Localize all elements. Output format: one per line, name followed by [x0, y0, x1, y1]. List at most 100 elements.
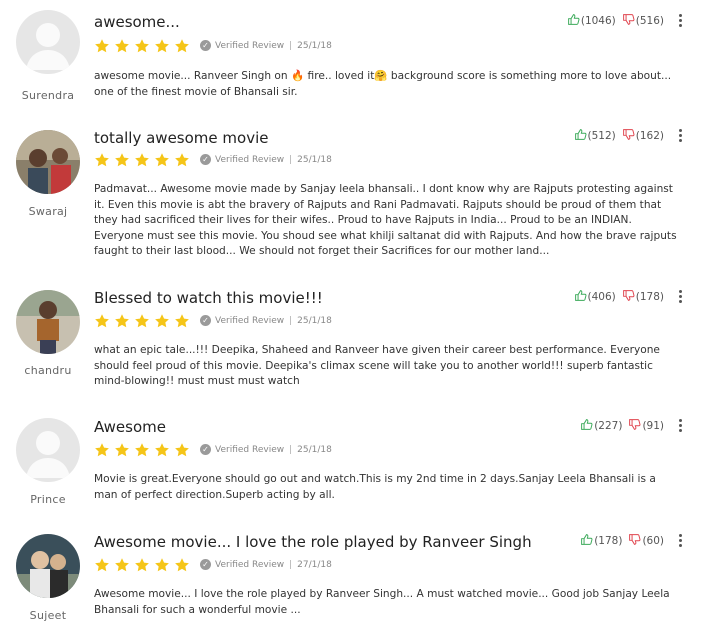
upvote-button[interactable]: (512)	[574, 128, 616, 144]
thumbs-up-icon	[580, 533, 594, 549]
thumbs-up-icon	[580, 418, 594, 434]
star-icon	[134, 313, 150, 333]
vote-group: (1046) (516)	[561, 13, 664, 29]
upvote-count: (406)	[587, 291, 616, 303]
review-date: 25/1/18	[297, 40, 332, 51]
star-icon	[94, 152, 110, 172]
vote-group: (512) (162)	[568, 128, 664, 144]
more-options-icon[interactable]	[676, 418, 684, 434]
more-options-icon[interactable]	[676, 128, 684, 144]
check-icon: ✓	[200, 315, 211, 326]
star-icon	[114, 152, 130, 172]
verified-badge: ✓ Verified Review | 25/1/18	[200, 154, 332, 165]
more-options-icon[interactable]	[676, 533, 684, 549]
avatar[interactable]	[16, 290, 80, 354]
star-icon	[134, 152, 150, 172]
more-options-icon[interactable]	[676, 13, 684, 29]
reviewer-name[interactable]: chandru	[0, 364, 96, 377]
thumbs-up-icon	[567, 13, 581, 29]
star-icon	[154, 38, 170, 58]
review-text: Movie is great.Everyone should go out an…	[94, 473, 656, 501]
avatar[interactable]	[16, 130, 80, 194]
star-icon	[154, 152, 170, 172]
thumbs-down-icon	[628, 418, 642, 434]
vote-group: (227) (91)	[574, 418, 664, 434]
review-text: awesome movie... Ranveer Singh on 🔥 fire…	[94, 70, 672, 98]
star-icon	[174, 442, 190, 462]
star-rating	[94, 313, 190, 333]
star-icon	[174, 152, 190, 172]
avatar[interactable]	[16, 10, 80, 74]
vote-group: (406) (178)	[568, 289, 664, 305]
review-date: 25/1/18	[297, 154, 332, 165]
star-icon	[174, 313, 190, 333]
star-icon	[94, 38, 110, 58]
review-title: totally awesome movie	[94, 129, 269, 147]
thumbs-up-icon	[574, 128, 588, 144]
reviewer-name[interactable]: Swaraj	[0, 205, 96, 218]
review-title: awesome...	[94, 13, 180, 31]
downvote-button[interactable]: (60)	[628, 533, 664, 549]
upvote-button[interactable]: (227)	[580, 418, 622, 434]
downvote-button[interactable]: (91)	[628, 418, 664, 434]
verified-badge: ✓ Verified Review | 25/1/18	[200, 444, 332, 455]
upvote-count: (178)	[594, 535, 623, 547]
review-text: Awesome movie... I love the role played …	[94, 588, 670, 616]
star-icon	[94, 442, 110, 462]
separator: |	[289, 315, 293, 326]
star-icon	[154, 442, 170, 462]
review-text: Padmavat... Awesome movie made by Sanjay…	[94, 183, 677, 257]
star-icon	[94, 313, 110, 333]
downvote-button[interactable]: (516)	[622, 13, 664, 29]
reviewer-name[interactable]: Prince	[0, 493, 96, 506]
verified-label: Verified Review	[215, 444, 285, 455]
thumbs-down-icon	[622, 128, 636, 144]
star-icon	[114, 442, 130, 462]
review-title: Blessed to watch this movie!!!	[94, 289, 323, 307]
downvote-count: (162)	[635, 130, 664, 142]
star-icon	[114, 313, 130, 333]
star-icon	[154, 313, 170, 333]
vote-group: (178) (60)	[574, 533, 664, 549]
verified-badge: ✓ Verified Review | 25/1/18	[200, 40, 332, 51]
review-date: 27/1/18	[297, 559, 332, 570]
separator: |	[289, 444, 293, 455]
review-date: 25/1/18	[297, 315, 332, 326]
verified-label: Verified Review	[215, 559, 285, 570]
upvote-button[interactable]: (1046)	[567, 13, 616, 29]
separator: |	[289, 154, 293, 165]
review-title: Awesome	[94, 418, 166, 436]
upvote-count: (1046)	[580, 15, 616, 27]
downvote-button[interactable]: (162)	[622, 128, 664, 144]
downvote-count: (91)	[642, 420, 664, 432]
check-icon: ✓	[200, 154, 211, 165]
star-icon	[94, 557, 110, 577]
star-rating	[94, 152, 190, 172]
upvote-button[interactable]: (178)	[580, 533, 622, 549]
thumbs-down-icon	[622, 13, 636, 29]
star-rating	[94, 442, 190, 462]
check-icon: ✓	[200, 40, 211, 51]
avatar[interactable]	[16, 534, 80, 598]
star-icon	[154, 557, 170, 577]
star-icon	[134, 38, 150, 58]
star-icon	[174, 557, 190, 577]
reviewer-name[interactable]: Sujeet	[0, 609, 96, 622]
star-icon	[134, 557, 150, 577]
avatar[interactable]	[16, 418, 80, 482]
star-icon	[134, 442, 150, 462]
thumbs-down-icon	[622, 289, 636, 305]
check-icon: ✓	[200, 559, 211, 570]
reviewer-name[interactable]: Surendra	[0, 89, 96, 102]
thumbs-down-icon	[628, 533, 642, 549]
check-icon: ✓	[200, 444, 211, 455]
star-icon	[174, 38, 190, 58]
verified-label: Verified Review	[215, 315, 285, 326]
more-options-icon[interactable]	[676, 289, 684, 305]
review-text: what an epic tale...!!! Deepika, Shaheed…	[94, 344, 660, 387]
downvote-button[interactable]: (178)	[622, 289, 664, 305]
review-title: Awesome movie... I love the role played …	[94, 533, 532, 551]
upvote-button[interactable]: (406)	[574, 289, 616, 305]
verified-label: Verified Review	[215, 40, 285, 51]
downvote-count: (60)	[642, 535, 664, 547]
